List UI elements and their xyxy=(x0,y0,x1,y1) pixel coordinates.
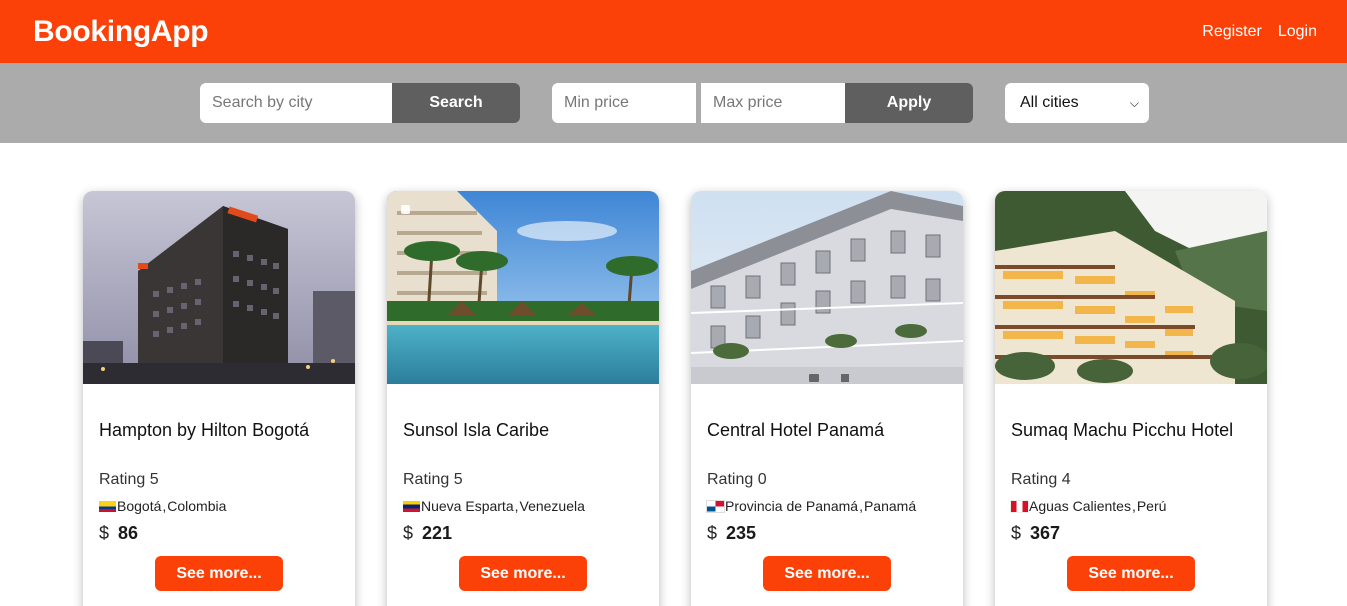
hotel-card: Central Hotel Panamá Rating 0 Provincia … xyxy=(691,191,963,606)
hotel-country: Panamá xyxy=(863,498,917,514)
peru-flag-icon xyxy=(1010,499,1029,513)
city-select[interactable]: All cities ⌵ xyxy=(1005,83,1149,123)
hotel-country: Venezuela xyxy=(519,498,585,514)
see-more-button[interactable]: See more... xyxy=(155,556,283,591)
login-link[interactable]: Login xyxy=(1278,23,1317,41)
hotel-location: Bogotá, Colombia xyxy=(99,498,339,514)
hotel-rating: Rating 0 xyxy=(707,471,767,488)
hotel-rating: Rating 4 xyxy=(1011,471,1071,488)
hotel-name: Hampton by Hilton Bogotá xyxy=(99,420,310,440)
price-amount: 86 xyxy=(118,523,139,543)
currency-symbol: $ xyxy=(403,523,414,543)
filter-bar: Search Apply All cities ⌵ xyxy=(0,63,1347,143)
venezuela-flag-icon xyxy=(403,500,420,512)
currency-symbol: $ xyxy=(99,523,110,543)
chevron-down-icon: ⌵ xyxy=(1129,95,1139,110)
hotel-photo xyxy=(83,191,355,384)
hotel-country: Perú xyxy=(1136,498,1167,514)
hotel-price: $ 367 xyxy=(1011,523,1251,544)
price-amount: 221 xyxy=(422,523,453,543)
hotel-photo xyxy=(995,191,1267,384)
hotel-card: Hampton by Hilton Bogotá Rating 5 Bogotá… xyxy=(83,191,355,606)
see-more-button[interactable]: See more... xyxy=(1067,556,1195,591)
max-price-input[interactable] xyxy=(701,83,845,123)
hotel-country: Colombia xyxy=(167,498,227,514)
hotel-photo xyxy=(387,191,659,384)
hotel-card-list: Hampton by Hilton Bogotá Rating 5 Bogotá… xyxy=(0,143,1347,606)
hotel-rating: Rating 5 xyxy=(99,471,159,488)
city-select-value: All cities xyxy=(1020,94,1079,111)
search-button[interactable]: Search xyxy=(392,83,520,123)
hotel-name: Central Hotel Panamá xyxy=(707,420,885,440)
hotel-location: Nueva Esparta, Venezuela xyxy=(403,498,643,514)
currency-symbol: $ xyxy=(707,523,718,543)
see-more-button[interactable]: See more... xyxy=(763,556,891,591)
hotel-location: Provincia de Panamá, Panamá xyxy=(706,498,947,514)
hotel-rating: Rating 5 xyxy=(403,471,463,488)
hotel-name: Sumaq Machu Picchu Hotel xyxy=(1011,420,1234,440)
city-search-group: Search xyxy=(200,83,520,123)
price-amount: 235 xyxy=(726,523,757,543)
colombia-flag-icon xyxy=(99,500,116,512)
apply-button[interactable]: Apply xyxy=(845,83,973,123)
auth-links: Register Login xyxy=(1202,23,1317,41)
hotel-price: $ 86 xyxy=(99,523,339,544)
hotel-card: Sumaq Machu Picchu Hotel Rating 4 Aguas … xyxy=(995,191,1267,606)
see-more-button[interactable]: See more... xyxy=(459,556,587,591)
price-amount: 367 xyxy=(1030,523,1061,543)
hotel-price: $ 235 xyxy=(707,523,947,544)
hotel-location: Aguas Calientes, Perú xyxy=(1010,498,1251,514)
hotel-city: Bogotá xyxy=(117,498,162,514)
hotel-name: Sunsol Isla Caribe xyxy=(403,420,550,440)
top-navbar: BookingApp Register Login xyxy=(0,0,1347,63)
hotel-card: Sunsol Isla Caribe Rating 5 Nueva Espart… xyxy=(387,191,659,606)
hotel-city: Provincia de Panamá xyxy=(725,498,859,514)
hotel-photo xyxy=(691,191,963,384)
min-price-input[interactable] xyxy=(552,83,696,123)
hotel-city: Aguas Calientes xyxy=(1029,498,1131,514)
currency-symbol: $ xyxy=(1011,523,1022,543)
brand-logo[interactable]: BookingApp xyxy=(33,15,209,49)
hotel-city: Nueva Esparta xyxy=(421,498,514,514)
search-city-input[interactable] xyxy=(200,83,392,123)
panama-flag-icon xyxy=(706,499,725,513)
price-filter-group: Apply xyxy=(552,83,973,123)
hotel-price: $ 221 xyxy=(403,523,643,544)
register-link[interactable]: Register xyxy=(1202,23,1262,41)
